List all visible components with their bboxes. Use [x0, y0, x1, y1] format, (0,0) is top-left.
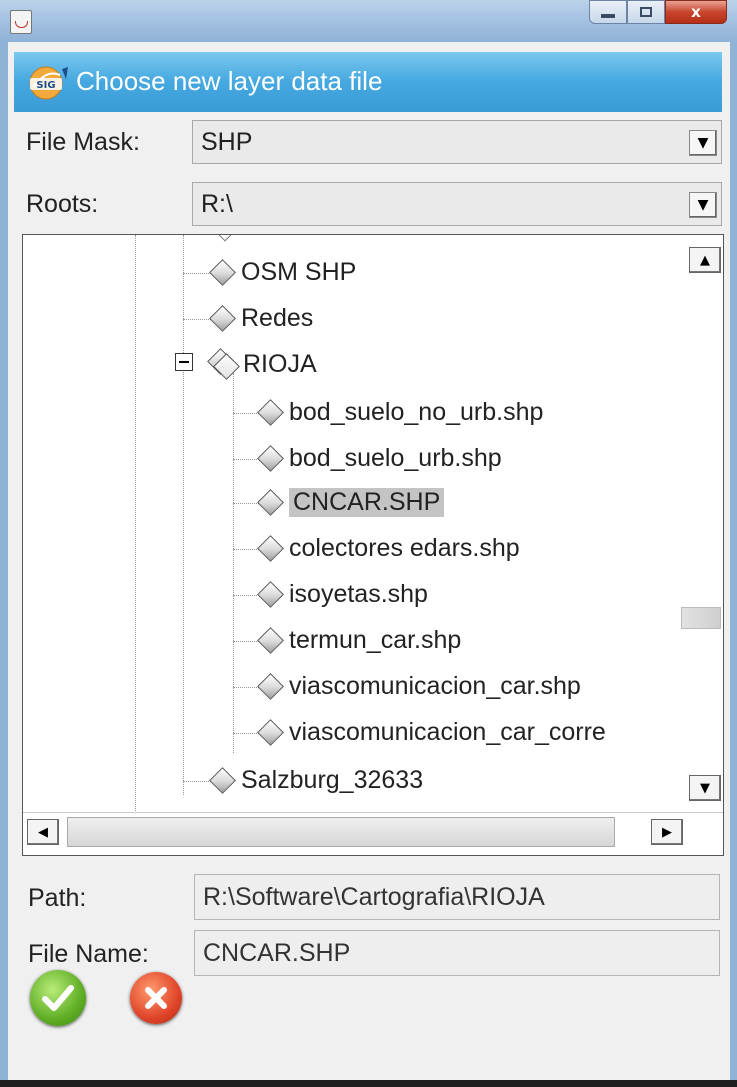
minimize-icon — [601, 14, 615, 18]
roots-select[interactable]: R:\ ▼ — [192, 182, 722, 226]
tree-node[interactable]: colectores edars.shp — [257, 529, 520, 567]
chevron-down-icon[interactable]: ▼ — [689, 130, 717, 156]
file-name-field[interactable] — [194, 930, 720, 976]
dialog-content: SIG Choose new layer data file File Mask… — [8, 42, 730, 1080]
scroll-left-button[interactable]: ◀ — [27, 819, 59, 845]
tree-node-label: Salzburg_32633 — [241, 765, 424, 794]
chevron-down-icon: ▼ — [700, 780, 710, 796]
layer-node-icon — [257, 399, 283, 425]
tree-row-partial — [216, 235, 234, 242]
tree-node[interactable]: bod_suelo_no_urb.shp — [257, 393, 543, 431]
tree-node-label: viascomunicacion_car_corre — [289, 717, 606, 746]
tree-node-expanded[interactable]: RIOJA — [207, 345, 317, 383]
java-app-icon — [10, 10, 32, 34]
path-input[interactable] — [195, 875, 719, 919]
layer-node-icon — [257, 445, 283, 471]
layer-node-icon — [257, 489, 283, 515]
file-mask-select[interactable]: SHP ▼ — [192, 120, 722, 164]
maximize-button[interactable] — [627, 0, 665, 24]
close-button[interactable]: x — [665, 0, 727, 24]
close-icon: x — [691, 2, 701, 21]
tree-node-label: isoyetas.shp — [289, 579, 428, 608]
chevron-down-icon[interactable]: ▼ — [689, 192, 717, 218]
file-tree[interactable]: OSM SHP Redes RIOJA bod_suelo_no_urb.shp… — [22, 234, 724, 856]
tree-node-label: termun_car.shp — [289, 625, 462, 654]
window-titlebar[interactable]: x — [0, 0, 737, 42]
collapse-toggle[interactable] — [175, 353, 193, 371]
layer-node-icon — [257, 673, 283, 699]
layer-node-icon — [257, 719, 283, 745]
file-name-label: File Name: — [28, 940, 149, 968]
tree-node-label: OSM SHP — [241, 257, 357, 286]
horizontal-scrollbar[interactable]: ◀ ▶ — [23, 812, 723, 855]
file-mask-label: File Mask: — [26, 128, 140, 156]
tree-node-label: bod_suelo_no_urb.shp — [289, 397, 544, 426]
layer-node-icon — [209, 259, 235, 285]
scroll-right-button[interactable]: ▶ — [651, 819, 683, 845]
chevron-up-icon: ▲ — [700, 252, 710, 268]
layer-node-icon — [257, 627, 283, 653]
path-label: Path: — [28, 884, 87, 912]
chevron-right-icon: ▶ — [662, 824, 672, 840]
tree-node-label: Redes — [241, 303, 314, 332]
layer-node-icon — [257, 535, 283, 561]
file-mask-value: SHP — [201, 128, 253, 156]
app-window: x SIG Choose new layer data file File Ma… — [0, 0, 737, 1087]
roots-value: R:\ — [201, 190, 233, 218]
vertical-scroll-thumb[interactable] — [681, 607, 721, 629]
check-icon — [42, 985, 74, 1011]
scroll-down-button[interactable]: ▼ — [689, 775, 721, 801]
sig-logo-text: SIG — [36, 80, 55, 91]
dialog-header: SIG Choose new layer data file — [14, 52, 722, 112]
sig-logo-icon: SIG — [29, 66, 68, 100]
vertical-scrollbar[interactable]: ▲ ▼ — [681, 235, 723, 813]
tree-node-label: bod_suelo_urb.shp — [289, 443, 502, 472]
roots-label: Roots: — [26, 190, 99, 218]
window-controls: x — [589, 0, 727, 30]
tree-node-label: CNCAR.SHP — [289, 487, 445, 517]
tree-node-selected[interactable]: CNCAR.SHP — [257, 483, 445, 521]
tree-node[interactable]: viascomunicacion_car.shp — [257, 667, 581, 705]
tree-node[interactable]: termun_car.shp — [257, 621, 461, 659]
tree-node[interactable]: OSM SHP — [209, 253, 356, 291]
tree-node[interactable]: Salzburg_32633 — [209, 761, 423, 799]
x-icon — [145, 987, 167, 1009]
tree-node[interactable]: isoyetas.shp — [257, 575, 428, 613]
tree-node-label: colectores edars.shp — [289, 533, 520, 562]
layer-node-icon — [209, 767, 235, 793]
tree-node[interactable]: bod_suelo_urb.shp — [257, 439, 502, 477]
tree-node[interactable]: viascomunicacion_car_corre — [257, 713, 606, 751]
ok-button[interactable] — [30, 970, 86, 1026]
dialog-title: Choose new layer data file — [76, 66, 383, 96]
path-field[interactable] — [194, 874, 720, 920]
tree-node-label: RIOJA — [243, 349, 317, 378]
maximize-icon — [640, 7, 652, 17]
minimize-button[interactable] — [589, 0, 627, 24]
chevron-left-icon: ◀ — [38, 824, 48, 840]
horizontal-scroll-thumb[interactable] — [67, 817, 615, 847]
file-name-input[interactable] — [195, 931, 719, 975]
scroll-up-button[interactable]: ▲ — [689, 247, 721, 273]
window-bottom-edge — [0, 1080, 737, 1087]
tree-node[interactable]: Redes — [209, 299, 313, 337]
tree-node-label: viascomunicacion_car.shp — [289, 671, 581, 700]
layer-node-icon — [257, 581, 283, 607]
folder-open-icon — [207, 349, 239, 379]
layer-node-icon — [209, 305, 235, 331]
cancel-button[interactable] — [130, 972, 182, 1024]
